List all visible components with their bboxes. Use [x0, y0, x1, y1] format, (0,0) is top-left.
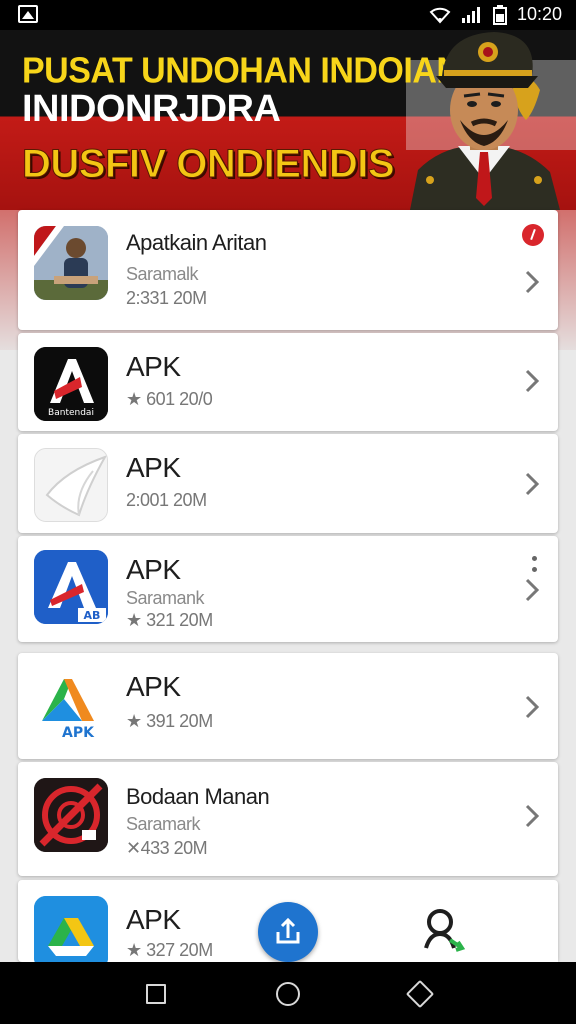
search-user-icon[interactable]	[418, 904, 468, 954]
app-title: APK	[126, 554, 181, 585]
wifi-icon	[429, 7, 451, 23]
status-bar: 10:20	[0, 0, 576, 30]
app-meta: 2:331 20M	[126, 288, 207, 308]
overview-square-icon[interactable]	[146, 984, 166, 1004]
system-nav-bar	[0, 962, 576, 1024]
chevron-right-icon[interactable]	[520, 693, 544, 721]
photo-icon	[34, 226, 108, 300]
letter-a-icon: Bantendai	[34, 347, 108, 421]
app-meta: ★ 321 20M	[126, 610, 213, 630]
app-title: APK	[126, 671, 181, 702]
app-title: APK	[126, 452, 181, 483]
list-item[interactable]: APK 2:001 20M	[18, 434, 558, 533]
app-meta: ★ 601 20/0	[126, 389, 213, 409]
icon-caption: AB	[84, 609, 101, 622]
share-fab-button[interactable]	[258, 902, 318, 962]
clock: 10:20	[516, 4, 562, 24]
list-item[interactable]: Bantendai APK ★ 601 20/0	[18, 333, 558, 431]
app-meta: 2:001 20M	[126, 490, 207, 510]
app-subtitle: Saramalk	[126, 264, 199, 284]
app-subtitle: Saramank	[126, 588, 205, 608]
icon-caption: APK	[62, 725, 95, 741]
officer-illustration	[410, 32, 560, 210]
list-item[interactable]: Bodaan Manan Saramark ✕433 20M	[18, 762, 558, 876]
paper-icon	[34, 448, 108, 522]
battery-icon	[492, 4, 507, 25]
more-vert-icon[interactable]	[532, 556, 538, 578]
list-item[interactable]: APK APK ★ 391 20M	[18, 653, 558, 759]
apk-logo-icon: APK	[34, 669, 108, 743]
banner-line-2: INIDONRJDRA	[22, 88, 281, 130]
banner-line-1: PUSAT UNDOHAN INDOIAN	[22, 51, 461, 91]
image-notification-icon	[18, 5, 38, 23]
home-circle-icon[interactable]	[276, 982, 300, 1006]
app-subtitle: Saramark	[126, 814, 201, 834]
app-meta: ★ 327 20M	[126, 940, 213, 960]
drive-icon	[34, 896, 108, 962]
banner-line-3: DUSFIV ONDIENDIS	[21, 142, 395, 187]
signal-icon	[461, 6, 480, 23]
back-diamond-icon[interactable]	[405, 979, 435, 1009]
app-title: APK	[126, 904, 181, 935]
chevron-right-icon[interactable]	[520, 367, 544, 395]
app-meta: ★ 391 20M	[126, 711, 213, 731]
letter-a-blue-icon: AB	[34, 550, 108, 624]
chevron-right-icon[interactable]	[520, 268, 544, 296]
notification-badge-icon	[522, 224, 544, 246]
list-item[interactable]: AB APK Saramank ★ 321 20M	[18, 536, 558, 642]
app-title: APK	[126, 351, 181, 382]
app-title: Apatkain Aritan	[126, 230, 267, 255]
app-title: Bodaan Manan	[126, 784, 270, 809]
share-icon	[276, 917, 300, 944]
status-icons: 10:20	[429, 4, 562, 25]
chevron-right-icon[interactable]	[520, 470, 544, 498]
chevron-right-icon[interactable]	[520, 576, 544, 604]
chevron-right-icon[interactable]	[520, 802, 544, 830]
app-meta: ✕433 20M	[126, 838, 208, 858]
icon-caption: Bantendai	[48, 408, 94, 418]
list-item[interactable]: Apatkain Aritan Saramalk 2:331 20M	[18, 210, 558, 330]
promo-banner[interactable]: PUSAT UNDOHAN INDOIAN INIDONRJDRA DUSFIV…	[0, 30, 576, 210]
no-signal-icon	[34, 778, 108, 852]
